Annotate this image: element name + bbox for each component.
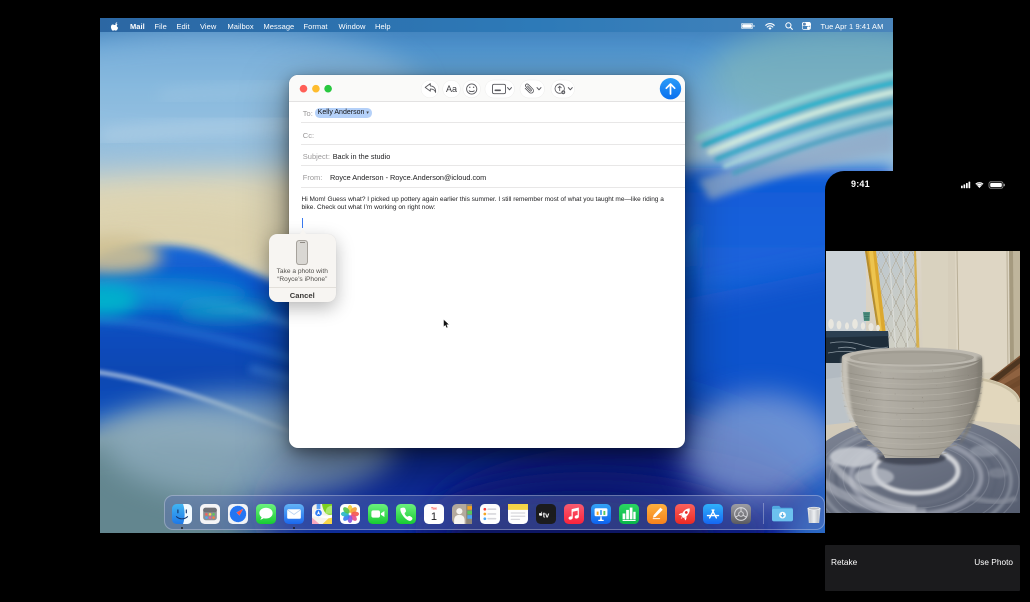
svg-text:tv: tv <box>542 510 549 519</box>
svg-text:Aa: Aa <box>445 84 456 94</box>
svg-text:1: 1 <box>431 511 437 523</box>
